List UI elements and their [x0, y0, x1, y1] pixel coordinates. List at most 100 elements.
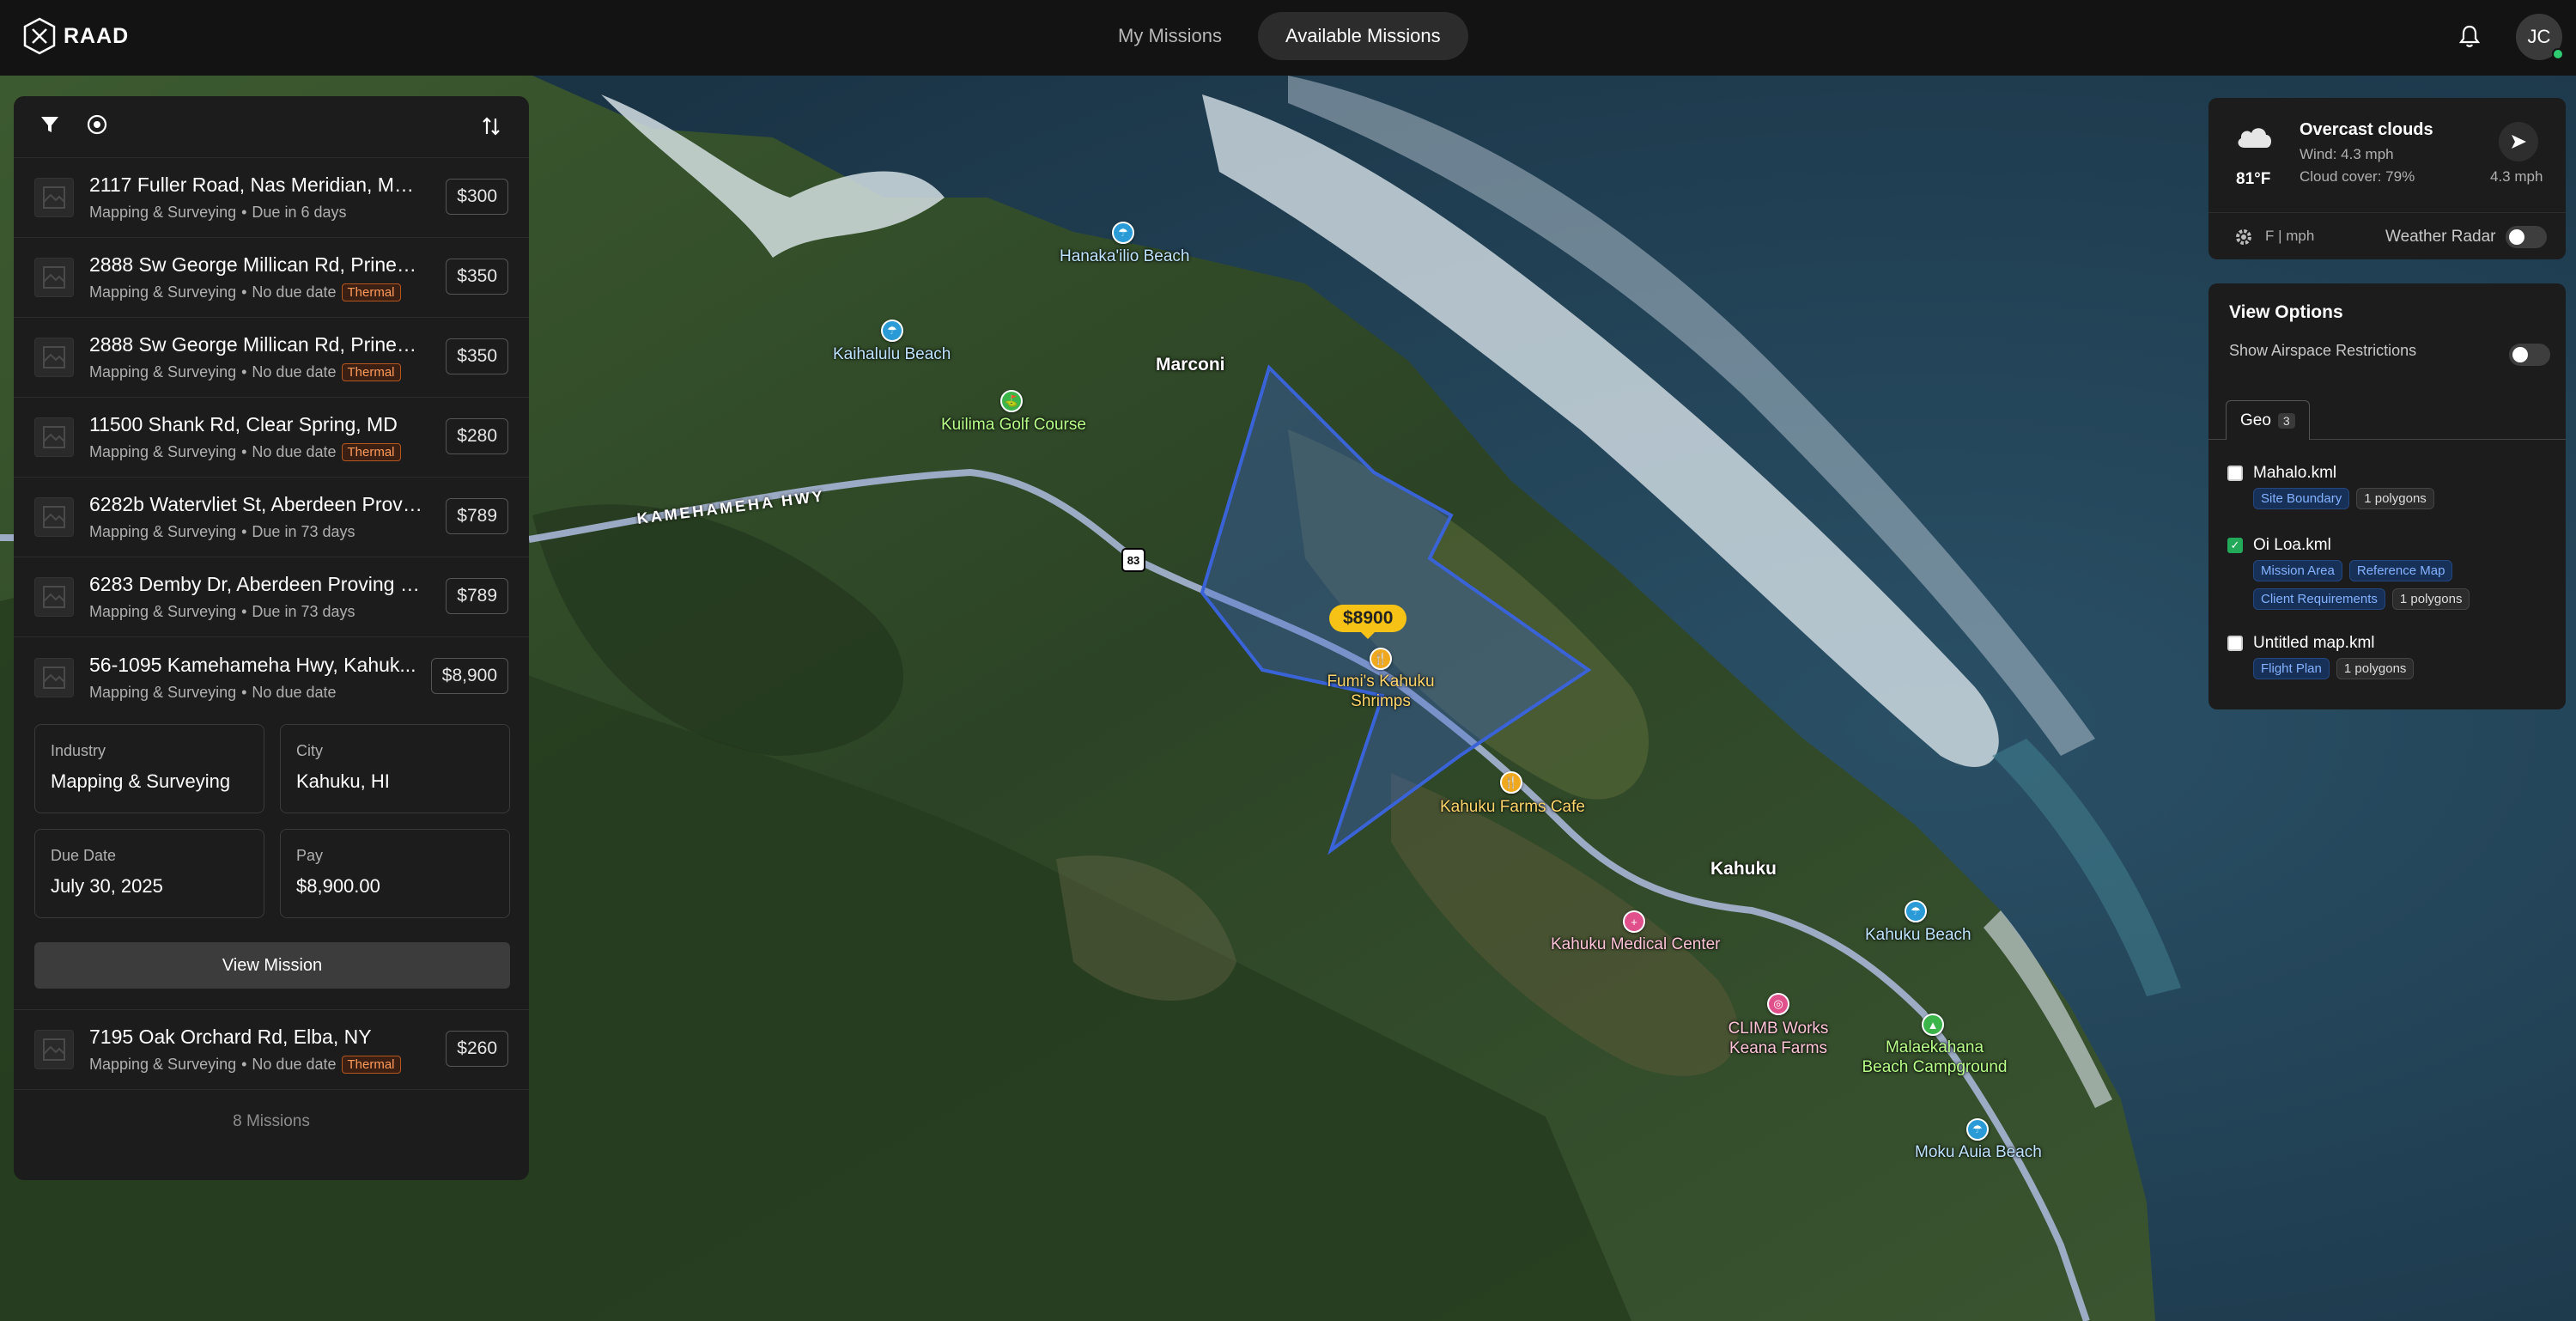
mission-due: No due date	[252, 1056, 337, 1073]
mission-row[interactable]: 11500 Shank Rd, Clear Spring, MD Mapping…	[14, 398, 529, 478]
kml-file-name: Oi Loa.kml	[2253, 536, 2331, 554]
wind-arrow-icon	[2512, 135, 2526, 149]
avatar-initials: JC	[2527, 26, 2551, 47]
mission-price[interactable]: $280	[446, 418, 508, 454]
mission-due: No due date	[252, 283, 337, 301]
meta-separator: •	[241, 1056, 247, 1073]
mission-row[interactable]: 2117 Fuller Road, Nas Meridian, Merid...…	[14, 158, 529, 238]
beach-icon[interactable]: ☂	[1966, 1118, 1989, 1141]
location-target-icon[interactable]	[86, 113, 108, 140]
mission-list: 2117 Fuller Road, Nas Meridian, Merid...…	[14, 158, 529, 1090]
kml-tag: Mission Area	[2253, 560, 2342, 581]
mission-due: No due date	[252, 683, 337, 701]
weather-summary: 81°F Overcast clouds Wind: 4.3 mph Cloud…	[2208, 98, 2566, 213]
mission-industry: Mapping & Surveying	[89, 523, 237, 540]
kml-file-name: Untitled map.kml	[2253, 634, 2375, 652]
online-status-dot	[2552, 48, 2564, 60]
restaurant-icon[interactable]: 🍴	[1500, 771, 1522, 794]
label-kahuku-farms-cafe: Kahuku Farms Cafe	[1440, 798, 1585, 816]
due-date-label: Due Date	[51, 847, 117, 864]
kml-tag: Site Boundary	[2253, 488, 2350, 509]
kml-checkbox[interactable]: ✓	[2227, 538, 2243, 553]
mission-price-pin[interactable]: $8900	[1329, 605, 1407, 639]
mission-thumbnail	[34, 657, 74, 697]
mission-row[interactable]: 2888 Sw George Millican Rd, Prinevill...…	[14, 318, 529, 398]
industry-card: Industry Mapping & Surveying	[34, 724, 264, 813]
kml-file: ✓ Oi Loa.kml Mission Area Reference Map Cl…	[2227, 536, 2537, 610]
view-mission-button[interactable]: View Mission	[34, 942, 510, 989]
mission-industry: Mapping & Surveying	[89, 204, 237, 221]
industry-value: Mapping & Surveying	[51, 770, 231, 792]
weather-radar-toggle[interactable]	[2506, 226, 2547, 248]
tab-my-missions[interactable]: My Missions	[1091, 12, 1249, 60]
beach-icon[interactable]: ☂	[1112, 222, 1134, 244]
beach-icon[interactable]: ☂	[881, 320, 903, 342]
filter-icon[interactable]	[39, 114, 60, 139]
mission-row[interactable]: 6282b Watervliet St, Aberdeen Provin... …	[14, 478, 529, 557]
kml-checkbox[interactable]	[2227, 636, 2243, 651]
mission-industry: Mapping & Surveying	[89, 283, 237, 301]
mission-thumbnail	[34, 178, 74, 217]
airspace-toggle[interactable]	[2509, 344, 2550, 366]
mission-title: 6282b Watervliet St, Aberdeen Provin...	[89, 493, 424, 515]
mission-industry: Mapping & Surveying	[89, 603, 237, 620]
wind-direction-button[interactable]	[2499, 122, 2538, 161]
label-kahuku-beach: Kahuku Beach	[1865, 926, 1971, 944]
meta-separator: •	[241, 603, 247, 620]
meta-separator: •	[241, 283, 247, 301]
mission-row[interactable]: 7195 Oak Orchard Rd, Elba, NY Mapping & …	[14, 1010, 529, 1090]
mission-price[interactable]: $789	[446, 578, 508, 614]
mission-row[interactable]: 6283 Demby Dr, Aberdeen Proving Gr... Ma…	[14, 557, 529, 637]
beach-icon[interactable]: ☂	[1905, 900, 1927, 922]
kml-checkbox[interactable]	[2227, 466, 2243, 481]
thermal-badge: Thermal	[341, 1056, 401, 1074]
thermal-badge: Thermal	[341, 443, 401, 461]
mission-price[interactable]: $300	[446, 179, 508, 215]
meta-separator: •	[241, 443, 247, 460]
weather-cloud-cover: Cloud cover: 79%	[2300, 168, 2415, 185]
meta-separator: •	[241, 363, 247, 380]
label-kahuku-medical: Kahuku Medical Center	[1551, 935, 1721, 953]
mission-industry: Mapping & Surveying	[89, 683, 237, 701]
city-value: Kahuku, HI	[296, 770, 390, 792]
mission-row[interactable]: 2888 Sw George Millican Rd, Prinevill...…	[14, 238, 529, 318]
hospital-icon[interactable]: +	[1623, 910, 1645, 933]
mission-thumbnail	[34, 338, 74, 377]
mission-thumbnail	[34, 1030, 74, 1069]
campground-icon[interactable]: ▲	[1922, 1014, 1944, 1036]
mission-price[interactable]: $789	[446, 498, 508, 534]
attraction-icon[interactable]: ◎	[1767, 993, 1789, 1015]
notifications-bell-icon[interactable]	[2454, 21, 2485, 52]
airspace-label: Show Airspace Restrictions	[2229, 342, 2417, 359]
gear-icon[interactable]	[2234, 228, 2253, 251]
sort-icon[interactable]	[481, 115, 501, 142]
label-marconi: Marconi	[1156, 355, 1225, 374]
mission-due: Due in 73 days	[252, 523, 355, 540]
pay-value: $8,900.00	[296, 875, 380, 897]
mission-thumbnail	[34, 497, 74, 537]
units-label[interactable]: F | mph	[2265, 228, 2314, 245]
view-options-title: View Options	[2229, 302, 2343, 322]
mission-thumbnail	[34, 417, 74, 457]
thermal-badge: Thermal	[341, 283, 401, 301]
tab-available-missions[interactable]: Available Missions	[1258, 12, 1468, 60]
golf-icon[interactable]: ⛳	[1000, 390, 1023, 412]
weather-wind: Wind: 4.3 mph	[2300, 146, 2394, 162]
meta-separator: •	[241, 523, 247, 540]
avatar[interactable]: JC	[2516, 14, 2564, 60]
mission-price[interactable]: $260	[446, 1031, 508, 1067]
label-climb-works: CLIMB Works Keana Farms	[1728, 1020, 1829, 1057]
mission-row[interactable]: 56-1095 Kamehameha Hwy, Kahuk... Mapping…	[14, 637, 529, 717]
mission-due: No due date	[252, 443, 337, 460]
mission-thumbnail	[34, 258, 74, 297]
logo[interactable]: RAAD	[22, 17, 129, 55]
raad-logo-icon	[23, 17, 56, 55]
tab-geo[interactable]: Geo 3	[2226, 400, 2310, 440]
mission-title: 2888 Sw George Millican Rd, Prinevill...	[89, 333, 424, 356]
weather-settings: F | mph Weather Radar	[2208, 213, 2566, 259]
mission-price[interactable]: $8,900	[430, 658, 508, 694]
mission-industry: Mapping & Surveying	[89, 1056, 237, 1073]
mission-price[interactable]: $350	[446, 259, 508, 295]
mission-price[interactable]: $350	[446, 338, 508, 374]
restaurant-icon[interactable]: 🍴	[1370, 648, 1392, 670]
